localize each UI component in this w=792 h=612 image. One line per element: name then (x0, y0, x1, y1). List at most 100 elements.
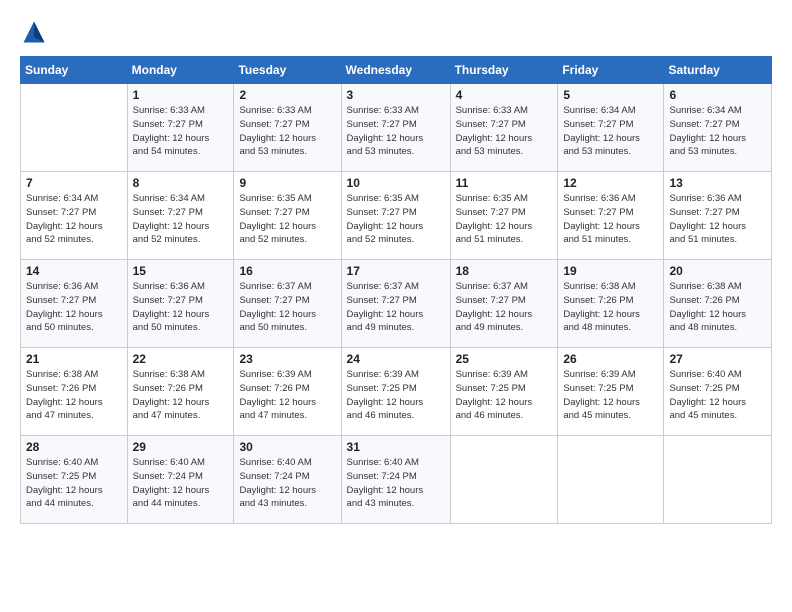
calendar-cell: 25 Sunrise: 6:39 AM Sunset: 7:25 PM Dayli… (450, 348, 558, 436)
day-number: 9 (239, 176, 335, 190)
calendar-cell: 9 Sunrise: 6:35 AM Sunset: 7:27 PM Daylig… (234, 172, 341, 260)
day-number: 14 (26, 264, 122, 278)
day-info: Sunrise: 6:40 AM Sunset: 7:24 PM Dayligh… (239, 456, 335, 511)
day-number: 11 (456, 176, 553, 190)
day-info: Sunrise: 6:34 AM Sunset: 7:27 PM Dayligh… (26, 192, 122, 247)
day-info: Sunrise: 6:40 AM Sunset: 7:25 PM Dayligh… (669, 368, 766, 423)
calendar-cell: 3 Sunrise: 6:33 AM Sunset: 7:27 PM Daylig… (341, 84, 450, 172)
day-number: 7 (26, 176, 122, 190)
calendar-cell: 27 Sunrise: 6:40 AM Sunset: 7:25 PM Dayli… (664, 348, 772, 436)
calendar-cell: 11 Sunrise: 6:35 AM Sunset: 7:27 PM Dayli… (450, 172, 558, 260)
week-row-4: 21Sunrise: 6:38 AM Sunset: 7:26 PM Dayli… (21, 348, 772, 436)
calendar-cell: 30 Sunrise: 6:40 AM Sunset: 7:24 PM Dayli… (234, 436, 341, 524)
day-number: 30 (239, 440, 335, 454)
col-header-tuesday: Tuesday (234, 57, 341, 84)
day-info: Sunrise: 6:33 AM Sunset: 7:27 PM Dayligh… (456, 104, 553, 159)
calendar-cell: 18 Sunrise: 6:37 AM Sunset: 7:27 PM Dayli… (450, 260, 558, 348)
calendar-cell: 5Sunrise: 6:34 AM Sunset: 7:27 PM Daylig… (558, 84, 664, 172)
day-info: Sunrise: 6:40 AM Sunset: 7:24 PM Dayligh… (133, 456, 229, 511)
day-info: Sunrise: 6:36 AM Sunset: 7:27 PM Dayligh… (26, 280, 122, 335)
calendar-cell: 23 Sunrise: 6:39 AM Sunset: 7:26 PM Dayli… (234, 348, 341, 436)
calendar-cell: 8 Sunrise: 6:34 AM Sunset: 7:27 PM Daylig… (127, 172, 234, 260)
col-header-sunday: Sunday (21, 57, 128, 84)
day-number: 29 (133, 440, 229, 454)
day-number: 18 (456, 264, 553, 278)
day-info: Sunrise: 6:35 AM Sunset: 7:27 PM Dayligh… (347, 192, 445, 247)
day-number: 12 (563, 176, 658, 190)
calendar-cell: 31Sunrise: 6:40 AM Sunset: 7:24 PM Dayli… (341, 436, 450, 524)
calendar-cell: 26Sunrise: 6:39 AM Sunset: 7:25 PM Dayli… (558, 348, 664, 436)
day-number: 19 (563, 264, 658, 278)
day-number: 1 (133, 88, 229, 102)
calendar-cell: 4 Sunrise: 6:33 AM Sunset: 7:27 PM Daylig… (450, 84, 558, 172)
day-number: 20 (669, 264, 766, 278)
col-header-friday: Friday (558, 57, 664, 84)
calendar-cell (664, 436, 772, 524)
day-info: Sunrise: 6:38 AM Sunset: 7:26 PM Dayligh… (669, 280, 766, 335)
day-info: Sunrise: 6:38 AM Sunset: 7:26 PM Dayligh… (26, 368, 122, 423)
day-info: Sunrise: 6:37 AM Sunset: 7:27 PM Dayligh… (347, 280, 445, 335)
day-info: Sunrise: 6:35 AM Sunset: 7:27 PM Dayligh… (239, 192, 335, 247)
day-number: 8 (133, 176, 229, 190)
col-header-monday: Monday (127, 57, 234, 84)
col-header-wednesday: Wednesday (341, 57, 450, 84)
day-info: Sunrise: 6:39 AM Sunset: 7:26 PM Dayligh… (239, 368, 335, 423)
day-number: 31 (347, 440, 445, 454)
day-number: 24 (347, 352, 445, 366)
header-row: SundayMondayTuesdayWednesdayThursdayFrid… (21, 57, 772, 84)
day-info: Sunrise: 6:33 AM Sunset: 7:27 PM Dayligh… (347, 104, 445, 159)
calendar-cell: 19 Sunrise: 6:38 AM Sunset: 7:26 PM Dayli… (558, 260, 664, 348)
col-header-thursday: Thursday (450, 57, 558, 84)
day-number: 22 (133, 352, 229, 366)
week-row-1: 1 Sunrise: 6:33 AM Sunset: 7:27 PM Daylig… (21, 84, 772, 172)
calendar-cell (558, 436, 664, 524)
day-info: Sunrise: 6:37 AM Sunset: 7:27 PM Dayligh… (239, 280, 335, 335)
calendar-cell (450, 436, 558, 524)
calendar-cell: 22 Sunrise: 6:38 AM Sunset: 7:26 PM Dayli… (127, 348, 234, 436)
day-info: Sunrise: 6:33 AM Sunset: 7:27 PM Dayligh… (133, 104, 229, 159)
calendar-cell: 14 Sunrise: 6:36 AM Sunset: 7:27 PM Dayli… (21, 260, 128, 348)
calendar-cell: 6 Sunrise: 6:34 AM Sunset: 7:27 PM Daylig… (664, 84, 772, 172)
day-number: 23 (239, 352, 335, 366)
week-row-5: 28 Sunrise: 6:40 AM Sunset: 7:25 PM Dayli… (21, 436, 772, 524)
header (20, 18, 772, 46)
day-info: Sunrise: 6:34 AM Sunset: 7:27 PM Dayligh… (563, 104, 658, 159)
calendar-table: SundayMondayTuesdayWednesdayThursdayFrid… (20, 56, 772, 524)
day-info: Sunrise: 6:37 AM Sunset: 7:27 PM Dayligh… (456, 280, 553, 335)
day-info: Sunrise: 6:35 AM Sunset: 7:27 PM Dayligh… (456, 192, 553, 247)
calendar-cell: 29 Sunrise: 6:40 AM Sunset: 7:24 PM Dayli… (127, 436, 234, 524)
day-number: 25 (456, 352, 553, 366)
calendar-cell: 28 Sunrise: 6:40 AM Sunset: 7:25 PM Dayli… (21, 436, 128, 524)
calendar-cell: 15Sunrise: 6:36 AM Sunset: 7:27 PM Dayli… (127, 260, 234, 348)
day-info: Sunrise: 6:36 AM Sunset: 7:27 PM Dayligh… (669, 192, 766, 247)
day-number: 16 (239, 264, 335, 278)
day-info: Sunrise: 6:36 AM Sunset: 7:27 PM Dayligh… (563, 192, 658, 247)
day-info: Sunrise: 6:40 AM Sunset: 7:25 PM Dayligh… (26, 456, 122, 511)
day-number: 6 (669, 88, 766, 102)
day-number: 2 (239, 88, 335, 102)
page: SundayMondayTuesdayWednesdayThursdayFrid… (0, 0, 792, 612)
day-info: Sunrise: 6:39 AM Sunset: 7:25 PM Dayligh… (563, 368, 658, 423)
day-info: Sunrise: 6:39 AM Sunset: 7:25 PM Dayligh… (456, 368, 553, 423)
calendar-cell: 21Sunrise: 6:38 AM Sunset: 7:26 PM Dayli… (21, 348, 128, 436)
calendar-cell: 2Sunrise: 6:33 AM Sunset: 7:27 PM Daylig… (234, 84, 341, 172)
day-info: Sunrise: 6:34 AM Sunset: 7:27 PM Dayligh… (133, 192, 229, 247)
week-row-3: 14 Sunrise: 6:36 AM Sunset: 7:27 PM Dayli… (21, 260, 772, 348)
day-info: Sunrise: 6:38 AM Sunset: 7:26 PM Dayligh… (133, 368, 229, 423)
day-info: Sunrise: 6:38 AM Sunset: 7:26 PM Dayligh… (563, 280, 658, 335)
logo-icon (20, 18, 48, 46)
day-number: 17 (347, 264, 445, 278)
day-info: Sunrise: 6:39 AM Sunset: 7:25 PM Dayligh… (347, 368, 445, 423)
day-number: 27 (669, 352, 766, 366)
calendar-cell (21, 84, 128, 172)
calendar-cell: 17 Sunrise: 6:37 AM Sunset: 7:27 PM Dayli… (341, 260, 450, 348)
calendar-cell: 16 Sunrise: 6:37 AM Sunset: 7:27 PM Dayli… (234, 260, 341, 348)
col-header-saturday: Saturday (664, 57, 772, 84)
week-row-2: 7 Sunrise: 6:34 AM Sunset: 7:27 PM Daylig… (21, 172, 772, 260)
day-number: 4 (456, 88, 553, 102)
calendar-cell: 20 Sunrise: 6:38 AM Sunset: 7:26 PM Dayli… (664, 260, 772, 348)
day-number: 3 (347, 88, 445, 102)
day-number: 10 (347, 176, 445, 190)
day-number: 28 (26, 440, 122, 454)
day-info: Sunrise: 6:34 AM Sunset: 7:27 PM Dayligh… (669, 104, 766, 159)
